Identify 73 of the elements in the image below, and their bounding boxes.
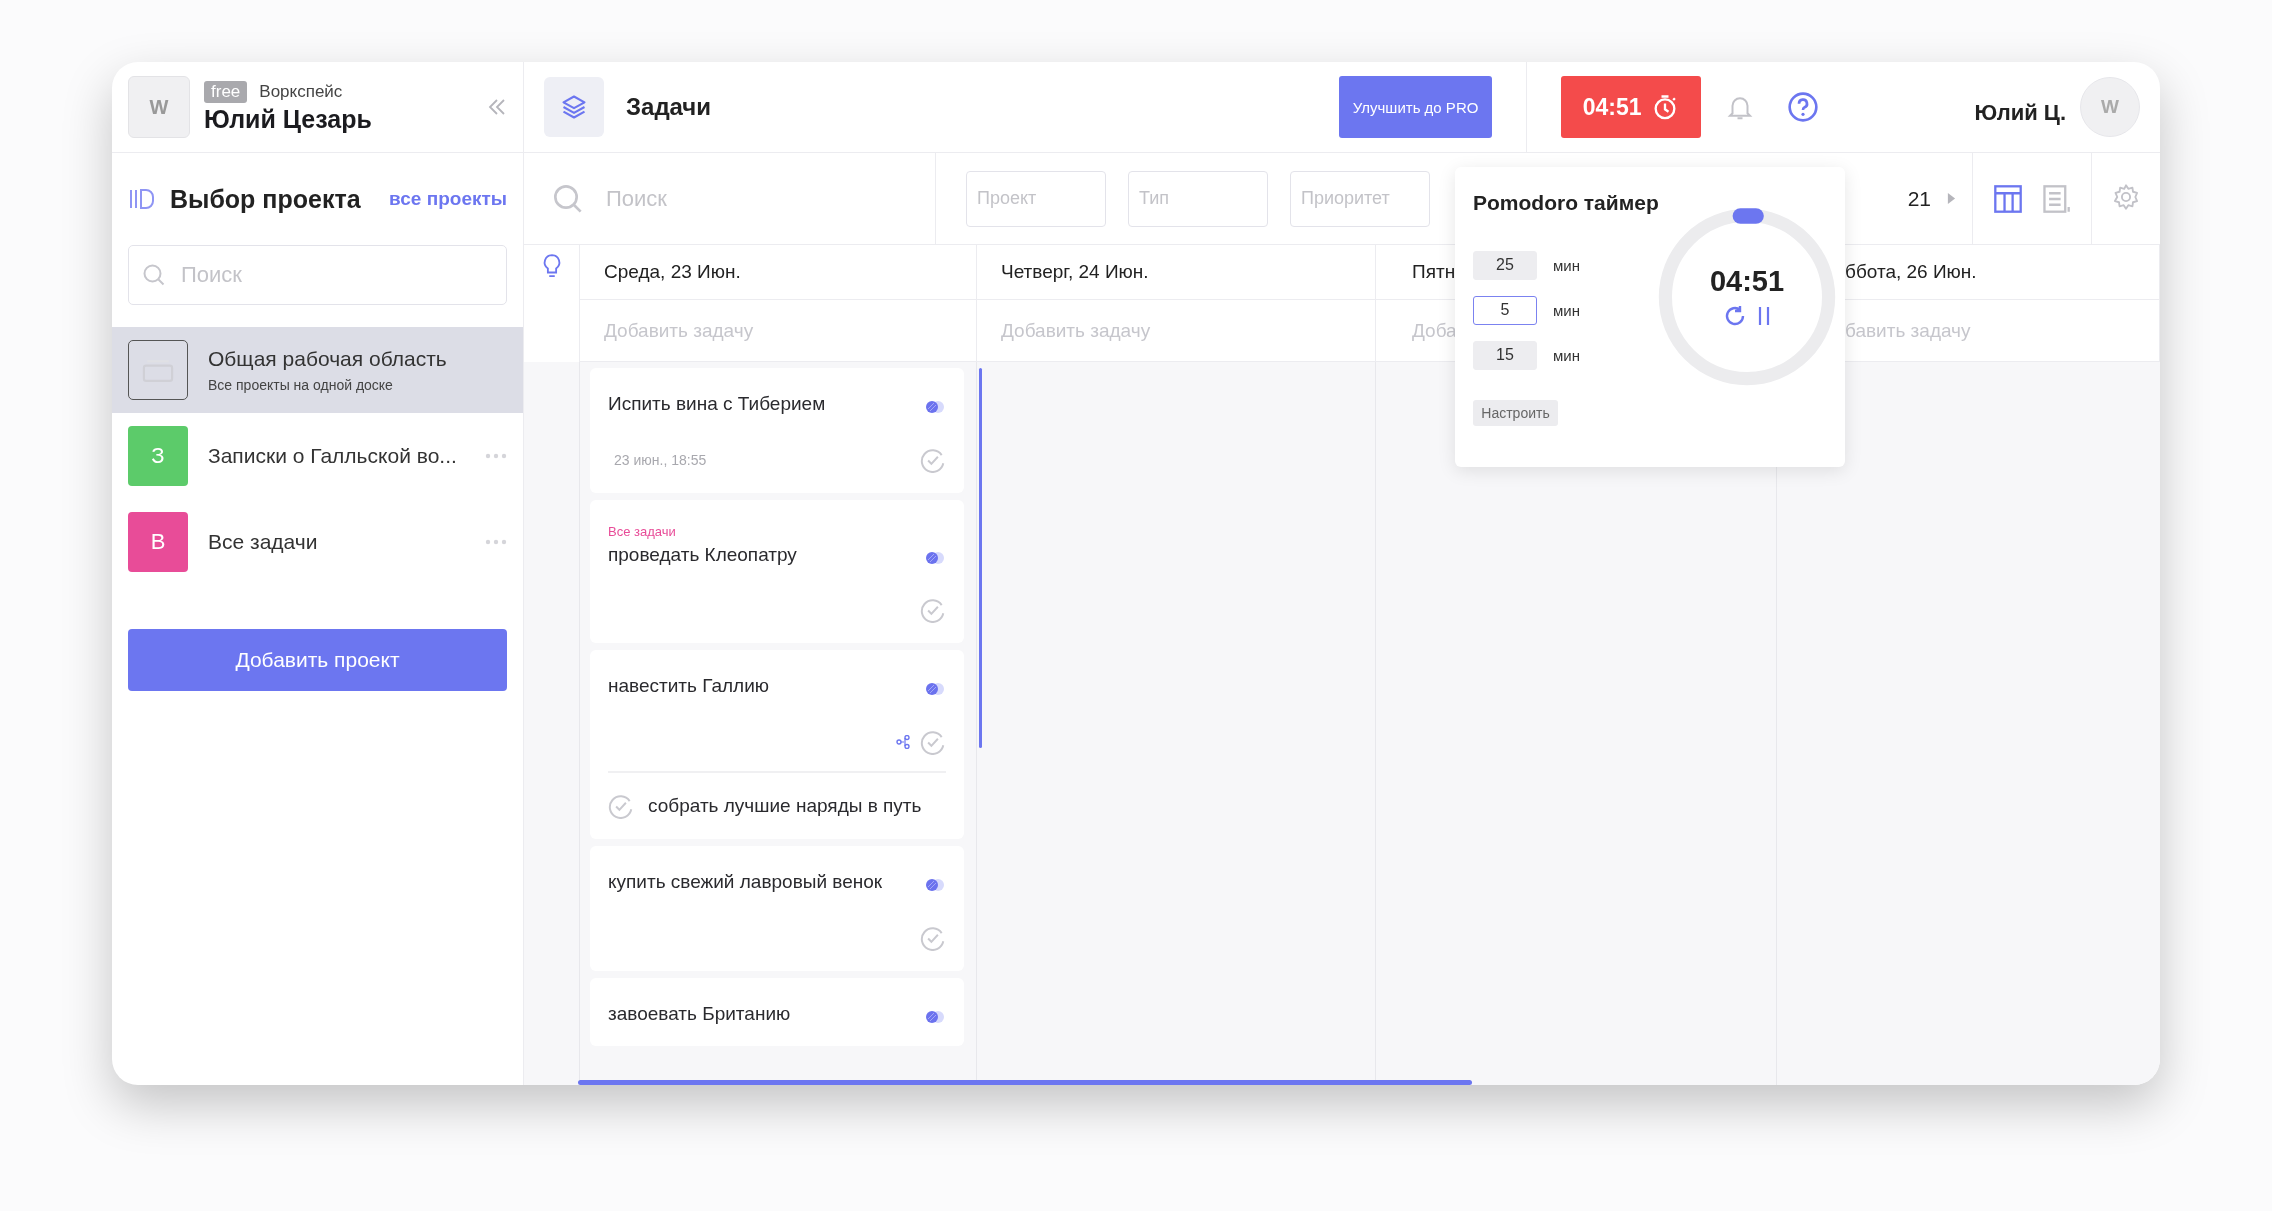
project-item[interactable]: З Записки о Галльской во... xyxy=(112,413,523,499)
check-circle-icon[interactable] xyxy=(920,924,946,951)
project-item[interactable]: В Все задачи xyxy=(112,499,523,585)
task-card[interactable]: Все задачи проведать Клеопатру xyxy=(590,499,964,644)
more-icon[interactable] xyxy=(485,539,507,545)
section-title: Выбор проекта xyxy=(170,184,362,214)
check-circle-icon[interactable] xyxy=(920,729,946,756)
task-title: купить свежий лавровый венок xyxy=(608,870,883,895)
duration-field[interactable]: 15 xyxy=(1473,340,1537,370)
workspace-label: Воркспейс xyxy=(259,81,343,102)
task-title: навестить Галлию xyxy=(608,674,770,699)
day-header: Пятн xyxy=(1412,261,1456,283)
task-project: Все задачи xyxy=(608,523,677,539)
workspace-name: Юлий Цезарь xyxy=(204,104,373,134)
more-icon[interactable] xyxy=(485,453,507,459)
filter-field[interactable]: Приоритет xyxy=(1290,170,1430,227)
page-title: Задачи xyxy=(626,93,712,121)
project-name: Все задачи xyxy=(208,530,319,554)
subtasks-icon xyxy=(896,735,910,750)
duration-unit: мин xyxy=(1553,256,1580,274)
restart-icon[interactable] xyxy=(1723,304,1747,328)
task-title: проведать Клеопатру xyxy=(608,542,797,567)
project-letter: В xyxy=(128,512,188,572)
project-name: Записки о Галльской во... xyxy=(208,444,458,468)
date-range: 21 xyxy=(1907,186,1931,211)
day-header: ббота, 26 Июн. xyxy=(1845,261,1977,283)
project-name: Общая рабочая область xyxy=(208,347,448,371)
duration-field[interactable]: 25 xyxy=(1473,250,1537,280)
add-project-button[interactable]: Добавить проект xyxy=(128,629,507,691)
upgrade-button[interactable]: Улучшить до PRO xyxy=(1339,76,1493,138)
task-title: завоевать Британию xyxy=(608,1001,791,1026)
check-circle-icon[interactable] xyxy=(920,597,946,624)
logo-button[interactable] xyxy=(544,77,604,137)
pause-icon[interactable] xyxy=(1757,304,1771,328)
user-name: Юлий Ц. xyxy=(1974,100,2066,126)
check-circle-icon[interactable] xyxy=(920,446,946,473)
task-card[interactable]: навестить Галлию собрать лучшие наряды в путь xyxy=(590,650,964,840)
filter-field[interactable]: Тип xyxy=(1128,170,1268,227)
search-icon xyxy=(552,182,584,215)
day-header: Четверг, 24 Июн. xyxy=(1001,261,1149,283)
check-circle-icon[interactable] xyxy=(608,793,634,820)
board-view-button[interactable] xyxy=(1993,183,2023,214)
timer-time: 04:51 xyxy=(1709,265,1785,298)
settings-icon[interactable] xyxy=(2112,182,2140,211)
project-letter: З xyxy=(128,426,188,486)
help-icon[interactable] xyxy=(1787,91,1820,123)
popup-title: Pomodoro таймер xyxy=(1473,191,1660,216)
day-header: Среда, 23 Июн. xyxy=(604,261,741,283)
project-item[interactable]: Общая рабочая область Все проекты на одной доске xyxy=(112,327,523,413)
task-title: Испить вина с Тиберием xyxy=(608,392,826,416)
search-field[interactable]: Поиск xyxy=(604,184,808,213)
filter-field[interactable]: Проект xyxy=(966,170,1106,227)
board-icon xyxy=(128,340,188,400)
next-arrow-icon[interactable] xyxy=(1947,192,1956,205)
task-date: 23 июн., 18:55 xyxy=(614,451,707,468)
project-subtitle: Все проекты на одной доске xyxy=(208,377,394,393)
list-view-button[interactable] xyxy=(2041,183,2071,214)
duration-unit: мин xyxy=(1553,346,1580,364)
search-field[interactable]: Поиск xyxy=(128,245,507,305)
all-projects-link[interactable]: все проекты xyxy=(389,188,507,210)
layers-icon xyxy=(560,93,588,121)
duration-field[interactable]: 5 xyxy=(1473,295,1537,325)
plan-badge: free xyxy=(204,80,248,103)
search-icon xyxy=(142,263,166,287)
duration-unit: мин xyxy=(1553,301,1580,319)
subtask-title: собрать лучшие наряды в путь xyxy=(648,795,922,818)
configure-button[interactable]: Настроить xyxy=(1473,399,1558,426)
task-card[interactable]: Испить вина с Тиберием 23 июн., 18:55 xyxy=(590,368,964,493)
task-card[interactable]: купить свежий лавровый венок xyxy=(590,846,964,971)
task-card[interactable]: завоевать Британию xyxy=(590,977,964,1047)
timer-button[interactable]: 04:51 xyxy=(1561,76,1702,138)
board-icon xyxy=(128,187,156,211)
collapse-icon[interactable] xyxy=(487,97,507,117)
